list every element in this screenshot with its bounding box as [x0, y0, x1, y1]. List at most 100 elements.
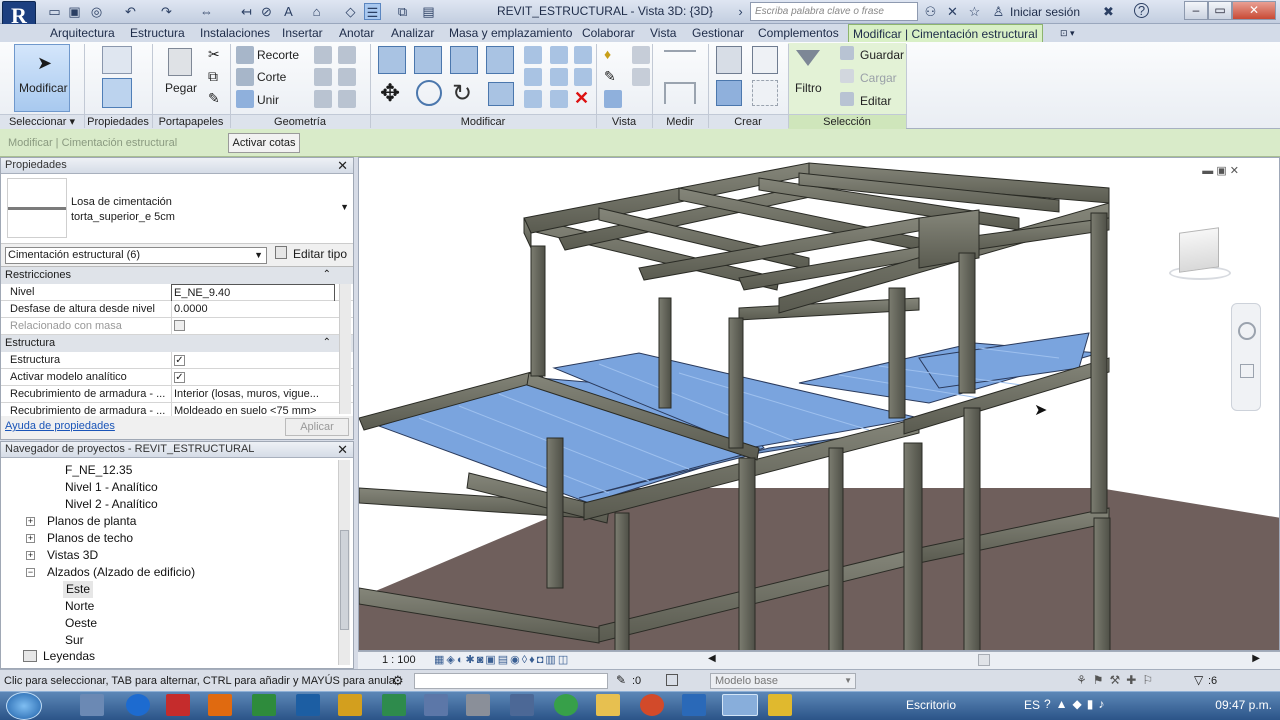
taskbar-app[interactable]: [424, 694, 448, 716]
design-option-select[interactable]: Modelo base ▼: [710, 673, 856, 689]
edit-selection-button[interactable]: Editar: [860, 94, 891, 108]
split-icon[interactable]: [314, 90, 332, 108]
expand-icon[interactable]: +: [26, 517, 35, 526]
cover-top-select[interactable]: Interior (losas, muros, vigue...: [171, 386, 335, 402]
group-estructura[interactable]: Estructura ⌃: [1, 335, 353, 352]
lightbulb-icon[interactable]: ♦: [604, 46, 611, 62]
view-window-controls[interactable]: ▬ ▣ ✕: [1202, 164, 1239, 177]
worksets-icon[interactable]: ⚙: [392, 673, 404, 689]
taskbar-app[interactable]: [510, 694, 534, 716]
create-parts-icon[interactable]: [752, 46, 778, 74]
section-icon[interactable]: ◇: [342, 3, 359, 20]
collapse-icon[interactable]: ⌃: [323, 335, 331, 351]
tree-item[interactable]: Planos de planta: [47, 513, 136, 530]
view-control-icons[interactable]: ▦◈◐✱◙▣▤◉◊♦◘▥◫: [434, 653, 570, 666]
tab-masa[interactable]: Masa y emplazamiento: [445, 24, 576, 42]
filter-icon[interactable]: [796, 50, 820, 66]
paste-icon[interactable]: [168, 48, 192, 76]
scroll-right-icon[interactable]: ▶: [1252, 653, 1260, 664]
cut-geometry-button[interactable]: Corte: [257, 70, 286, 84]
expand-icon[interactable]: +: [26, 534, 35, 543]
create-similar-icon[interactable]: [752, 80, 778, 106]
offset-input[interactable]: 0.0000: [171, 301, 335, 317]
save-selection-icon[interactable]: [840, 46, 854, 60]
default-3d-icon[interactable]: ⌂: [308, 3, 325, 20]
tree-item[interactable]: Norte: [65, 598, 94, 615]
tab-vista[interactable]: Vista: [646, 24, 680, 42]
taskbar-app[interactable]: [208, 694, 232, 716]
open-icon[interactable]: ▭: [46, 3, 63, 20]
properties-scrollbar[interactable]: [339, 284, 351, 414]
type-properties-icon[interactable]: [102, 46, 132, 74]
apply-button[interactable]: Aplicar: [285, 418, 349, 436]
move-icon[interactable]: ✥: [380, 82, 400, 106]
undo-icon[interactable]: ↶: [122, 3, 139, 20]
tab-estructura[interactable]: Estructura: [126, 24, 189, 42]
help-icon[interactable]: ?: [1134, 3, 1149, 18]
match-props-icon[interactable]: ✎: [208, 90, 220, 107]
navigation-bar[interactable]: [1231, 303, 1261, 411]
close-button[interactable]: ✕: [1232, 1, 1276, 20]
taskbar-app[interactable]: [466, 694, 490, 716]
tree-item[interactable]: Nivel 2 - Analítico: [65, 496, 158, 513]
cover-bottom-select[interactable]: Moldeado en suelo <75 mm>: [171, 403, 335, 416]
sync-icon[interactable]: ◎: [88, 3, 105, 20]
favorites-icon[interactable]: ☆: [966, 3, 983, 20]
mirror-axis-icon[interactable]: [450, 46, 478, 74]
cut-icon[interactable]: ✂: [208, 46, 220, 63]
tree-item[interactable]: F_NE_12.35: [65, 462, 132, 479]
language-indicator[interactable]: ES: [1024, 698, 1040, 712]
load-selection-icon[interactable]: [840, 69, 854, 83]
steering-wheel-icon[interactable]: [1238, 322, 1256, 340]
tree-item[interactable]: Nivel 1 - Analítico: [65, 479, 158, 496]
editable-only-icon[interactable]: [666, 674, 678, 686]
override-icon[interactable]: [632, 68, 650, 86]
mirror-draw-icon[interactable]: [486, 46, 514, 74]
unpin-icon[interactable]: [574, 68, 592, 86]
taskbar-app[interactable]: [338, 694, 362, 716]
taskbar-app[interactable]: [768, 694, 792, 716]
trim-icon[interactable]: [488, 82, 514, 106]
text-icon[interactable]: A: [280, 3, 297, 20]
chevron-down-icon[interactable]: ▼: [340, 202, 349, 212]
tray-icons[interactable]: ?▲◆▮♪: [1044, 697, 1109, 711]
linework-icon[interactable]: [604, 90, 622, 108]
activate-dimensions-button[interactable]: Activar cotas: [228, 133, 300, 153]
edit-type-button[interactable]: Editar tipo: [293, 247, 347, 261]
measure-distance-icon[interactable]: [664, 50, 696, 58]
scale-label[interactable]: 1 : 100: [382, 654, 416, 666]
split-element-icon[interactable]: [524, 46, 542, 64]
wall-joins-icon[interactable]: [314, 68, 332, 86]
create-assembly-icon[interactable]: [716, 46, 742, 74]
structure-checkbox[interactable]: ✓: [174, 355, 185, 366]
binoculars-icon[interactable]: ⚇: [922, 3, 939, 20]
taskbar-app[interactable]: [126, 694, 150, 716]
taskbar-app[interactable]: [554, 694, 578, 716]
taskbar-app[interactable]: [682, 694, 706, 716]
demolish-icon[interactable]: [338, 68, 356, 86]
search-input[interactable]: Escriba palabra clave o frase: [750, 2, 918, 21]
desktop-toolbar[interactable]: Escritorio: [906, 698, 956, 712]
scroll-thumb[interactable]: [340, 530, 349, 630]
tab-analizar[interactable]: Analizar: [387, 24, 438, 42]
instance-filter-select[interactable]: Cimentación estructural (6) ▼: [5, 247, 267, 264]
cope-icon[interactable]: [236, 46, 254, 64]
minimize-button[interactable]: –: [1184, 1, 1208, 20]
start-button[interactable]: [6, 692, 42, 720]
trim-multiple-icon[interactable]: [550, 90, 568, 108]
measure-icon[interactable]: ⇔: [198, 3, 215, 20]
tab-anotar[interactable]: Anotar: [335, 24, 378, 42]
tree-item[interactable]: Alzados (Alzado de edificio): [47, 564, 195, 581]
level-input[interactable]: E_NE_9.40: [171, 284, 335, 302]
pin-icon[interactable]: [574, 46, 592, 64]
dimension-icon[interactable]: [664, 82, 696, 104]
close-icon[interactable]: ✕: [337, 158, 348, 173]
panel-seleccionar[interactable]: Seleccionar ▾: [0, 114, 84, 129]
tab-gestionar[interactable]: Gestionar: [688, 24, 748, 42]
paste-label[interactable]: Pegar: [165, 81, 197, 95]
rotate-icon[interactable]: ↻: [452, 82, 472, 106]
close-icon[interactable]: ✕: [337, 442, 348, 457]
workset-select[interactable]: [414, 673, 608, 689]
tab-arquitectura[interactable]: Arquitectura: [46, 24, 119, 42]
signin-button[interactable]: Iniciar sesión: [1010, 5, 1080, 19]
